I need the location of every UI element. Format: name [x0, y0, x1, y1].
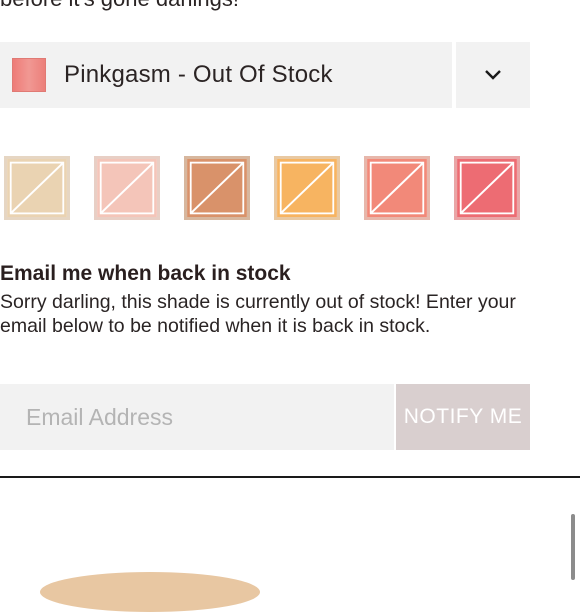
- swatch-6[interactable]: [454, 156, 520, 220]
- promo-text: before it's gone darlings!: [0, 0, 239, 12]
- swatch-3[interactable]: [184, 156, 250, 220]
- selected-shade-label: Pinkgasm - Out Of Stock: [64, 61, 333, 88]
- swatch-2[interactable]: [94, 156, 160, 220]
- notify-title: Email me when back in stock: [0, 262, 291, 285]
- chevron-down-icon: [485, 70, 501, 80]
- shade-swatch-list: [0, 154, 580, 226]
- notify-description: Sorry darling, this shade is currently o…: [0, 291, 516, 337]
- section-divider: [0, 476, 580, 478]
- selected-shade-swatch: [12, 58, 46, 92]
- email-input[interactable]: [0, 384, 394, 450]
- swatch-4[interactable]: [274, 156, 340, 220]
- shade-select[interactable]: Pinkgasm - Out Of Stock: [0, 42, 452, 108]
- scrollbar-thumb[interactable]: [571, 514, 575, 580]
- notify-me-button[interactable]: NOTIFY ME: [396, 384, 530, 450]
- product-image-fragment: [40, 572, 260, 612]
- swatch-5[interactable]: [364, 156, 430, 220]
- swatch-1[interactable]: [4, 156, 70, 220]
- shade-dropdown-button[interactable]: [456, 42, 530, 108]
